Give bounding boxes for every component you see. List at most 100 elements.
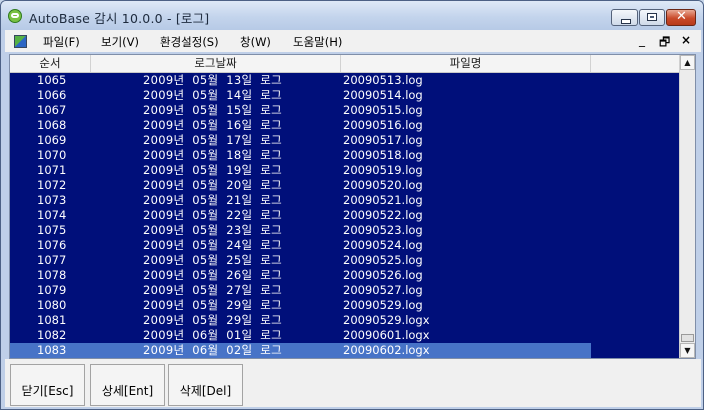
mdi-restore-button[interactable]: 🗗: [659, 33, 670, 54]
cell-index: 1080: [37, 298, 67, 312]
cell-log-date: 2009년 05월 29일 로그: [143, 298, 283, 312]
menu-help[interactable]: 도움말(H): [293, 34, 342, 50]
detail-button[interactable]: 상세[Ent]: [90, 364, 165, 406]
autobase-app-icon[interactable]: [8, 9, 22, 23]
app-window: AutoBase 감시 10.0.0 - [로그] ✕ 파일(F) 보기(V) …: [0, 0, 704, 410]
table-row[interactable]: 1076 2009년 05월 24일 로그 20090524.log: [10, 238, 679, 253]
cell-index: 1067: [37, 103, 67, 117]
table-row[interactable]: 1077 2009년 05월 25일 로그 20090525.log: [10, 253, 679, 268]
cell-log-date: 2009년 05월 26일 로그: [143, 268, 283, 282]
button-bar: 닫기[Esc] 상세[Ent] 삭제[Del]: [5, 359, 701, 407]
mdi-close-button[interactable]: ×: [681, 33, 691, 47]
column-header-index[interactable]: 순서: [10, 55, 91, 72]
table-row[interactable]: 1081 2009년 05월 29일 로그 20090529.logx: [10, 313, 679, 328]
cell-index: 1065: [37, 73, 67, 87]
cell-filename: 20090602.logx: [343, 343, 430, 357]
table-row[interactable]: 1067 2009년 05월 15일 로그 20090515.log: [10, 103, 679, 118]
cell-log-date: 2009년 05월 23일 로그: [143, 223, 283, 237]
cell-index: 1076: [37, 238, 67, 252]
cell-index: 1072: [37, 178, 67, 192]
menu-window[interactable]: 창(W): [240, 34, 271, 50]
table-row[interactable]: 1083 2009년 06월 02일 로그 20090602.logx: [10, 343, 679, 358]
table-row[interactable]: 1080 2009년 05월 29일 로그 20090529.log: [10, 298, 679, 313]
cell-index: 1077: [37, 253, 67, 267]
scroll-thumb[interactable]: [681, 334, 694, 342]
cell-filename: 20090527.log: [343, 283, 423, 297]
cell-index: 1079: [37, 283, 67, 297]
table-row[interactable]: 1066 2009년 05월 14일 로그 20090514.log: [10, 88, 679, 103]
cell-filename: 20090516.log: [343, 118, 423, 132]
cell-filename: 20090522.log: [343, 208, 423, 222]
table-row[interactable]: 1065 2009년 05월 13일 로그 20090513.log: [10, 73, 679, 88]
title-bar[interactable]: AutoBase 감시 10.0.0 - [로그] ✕: [1, 1, 703, 30]
selection-highlight: [10, 343, 591, 358]
cell-log-date: 2009년 05월 16일 로그: [143, 118, 283, 132]
cell-index: 1069: [37, 133, 67, 147]
table-row[interactable]: 1073 2009년 05월 21일 로그 20090521.log: [10, 193, 679, 208]
cell-index: 1082: [37, 328, 67, 342]
column-header-empty: [591, 55, 679, 72]
cell-log-date: 2009년 05월 13일 로그: [143, 73, 283, 87]
cell-log-date: 2009년 05월 17일 로그: [143, 133, 283, 147]
cell-index: 1083: [37, 343, 67, 357]
cell-filename: 20090525.log: [343, 253, 423, 267]
table-row[interactable]: 1079 2009년 05월 27일 로그 20090527.log: [10, 283, 679, 298]
log-list[interactable]: 순서 로그날짜 파일명 1065 2009년 05월 13일 로그 20090513…: [9, 54, 696, 359]
cell-log-date: 2009년 05월 18일 로그: [143, 148, 283, 162]
cell-filename: 20090520.log: [343, 178, 423, 192]
cell-filename: 20090515.log: [343, 103, 423, 117]
delete-button[interactable]: 삭제[Del]: [168, 364, 243, 406]
cell-index: 1066: [37, 88, 67, 102]
cell-index: 1070: [37, 148, 67, 162]
cell-index: 1075: [37, 223, 67, 237]
cell-index: 1078: [37, 268, 67, 282]
close-button[interactable]: 닫기[Esc]: [10, 364, 85, 406]
table-row[interactable]: 1072 2009년 05월 20일 로그 20090520.log: [10, 178, 679, 193]
maximize-button[interactable]: [639, 9, 665, 26]
table-row[interactable]: 1082 2009년 06월 01일 로그 20090601.logx: [10, 328, 679, 343]
cell-filename: 20090523.log: [343, 223, 423, 237]
menu-view[interactable]: 보기(V): [101, 34, 139, 50]
scroll-down-button[interactable]: ▼: [680, 343, 695, 358]
table-row[interactable]: 1071 2009년 05월 19일 로그 20090519.log: [10, 163, 679, 178]
cell-filename: 20090519.log: [343, 163, 423, 177]
cell-log-date: 2009년 06월 02일 로그: [143, 343, 283, 357]
minimize-icon: [621, 19, 631, 24]
cell-index: 1073: [37, 193, 67, 207]
column-header-log-date[interactable]: 로그날짜: [91, 55, 341, 72]
table-row[interactable]: 1070 2009년 05월 18일 로그 20090518.log: [10, 148, 679, 163]
cell-log-date: 2009년 06월 01일 로그: [143, 328, 283, 342]
cell-log-date: 2009년 05월 24일 로그: [143, 238, 283, 252]
table-row[interactable]: 1068 2009년 05월 16일 로그 20090516.log: [10, 118, 679, 133]
cell-log-date: 2009년 05월 19일 로그: [143, 163, 283, 177]
mdi-child-icon[interactable]: [14, 35, 27, 48]
cell-filename: 20090513.log: [343, 73, 423, 87]
mdi-minimize-button[interactable]: _: [639, 33, 645, 47]
cell-log-date: 2009년 05월 27일 로그: [143, 283, 283, 297]
cell-log-date: 2009년 05월 21일 로그: [143, 193, 283, 207]
menu-bar: 파일(F) 보기(V) 환경설정(S) 창(W) 도움말(H) _ 🗗 ×: [5, 30, 701, 52]
cell-filename: 20090529.logx: [343, 313, 430, 327]
maximize-icon: [647, 13, 657, 21]
cell-index: 1074: [37, 208, 67, 222]
table-row[interactable]: 1075 2009년 05월 23일 로그 20090523.log: [10, 223, 679, 238]
menu-settings[interactable]: 환경설정(S): [160, 34, 219, 50]
menu-file[interactable]: 파일(F): [43, 34, 80, 50]
window-title: AutoBase 감시 10.0.0 - [로그]: [29, 11, 210, 26]
cell-log-date: 2009년 05월 29일 로그: [143, 313, 283, 327]
table-row[interactable]: 1069 2009년 05월 17일 로그 20090517.log: [10, 133, 679, 148]
table-row[interactable]: 1078 2009년 05월 26일 로그 20090526.log: [10, 268, 679, 283]
cell-log-date: 2009년 05월 20일 로그: [143, 178, 283, 192]
column-header-filename[interactable]: 파일명: [341, 55, 591, 72]
cell-filename: 20090601.logx: [343, 328, 430, 342]
cell-filename: 20090529.log: [343, 298, 423, 312]
minimize-button[interactable]: [611, 9, 638, 26]
close-window-button[interactable]: ✕: [666, 9, 696, 26]
cell-index: 1068: [37, 118, 67, 132]
cell-filename: 20090524.log: [343, 238, 423, 252]
cell-filename: 20090514.log: [343, 88, 423, 102]
scroll-up-button[interactable]: ▲: [680, 55, 695, 70]
cell-log-date: 2009년 05월 14일 로그: [143, 88, 283, 102]
vertical-scrollbar[interactable]: ▲ ▼: [679, 55, 695, 358]
table-row[interactable]: 1074 2009년 05월 22일 로그 20090522.log: [10, 208, 679, 223]
